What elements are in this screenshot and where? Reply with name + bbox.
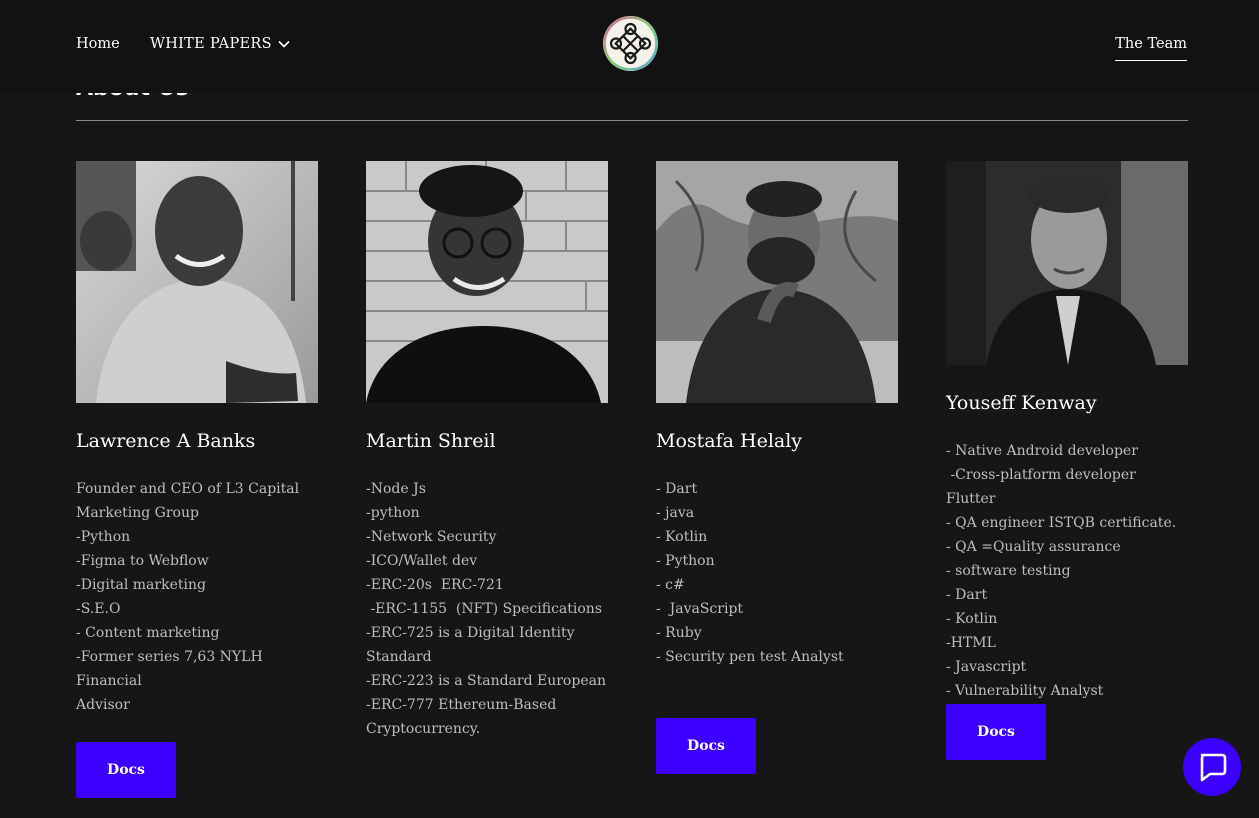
celtic-knot-logo[interactable] [603, 16, 658, 71]
docs-button-mostafa[interactable]: Docs [656, 718, 756, 774]
skill-item: - QA engineer ISTQB certificate. [946, 515, 1177, 531]
skill-item: - c# [656, 577, 685, 593]
skill-item: - Kotlin [656, 529, 708, 545]
skill-item: -Cross-platform developer Flutter [946, 467, 1141, 507]
skill-item: -Digital marketing [76, 577, 206, 593]
skill-item: -Former series 7,63 NYLH Financial [76, 649, 268, 689]
lawrence-photo [76, 161, 318, 403]
member-name: Youseff Kenway [946, 392, 1097, 414]
skill-item: - Native Android developer [946, 443, 1138, 459]
team-card-lawrence: Lawrence A Banks Founder and CEO of L3 C… [76, 161, 319, 717]
skill-item: - Ruby [656, 625, 702, 641]
skill-item: - java [656, 505, 695, 521]
top-navbar: Home WHITE PAPERS The Team [0, 0, 1259, 93]
nav-white-papers-label: WHITE PAPERS [150, 36, 272, 52]
skill-item: -ICO/Wallet dev [366, 553, 478, 569]
skill-item: -Node Js [366, 481, 426, 497]
skill-item: -Figma to Webflow [76, 553, 209, 569]
section-divider [76, 120, 1188, 121]
martin-photo [366, 161, 608, 403]
skill-item: -S.E.O [76, 601, 121, 617]
member-name: Mostafa Helaly [656, 430, 803, 452]
skill-item: - QA =Quality assurance [946, 539, 1121, 555]
skill-item: - software testing [946, 563, 1071, 579]
team-card-martin: Martin Shreil -Node Js -python -Network … [366, 161, 609, 741]
skill-item: Cryptocurrency. [366, 721, 481, 737]
skill-item: -ERC-777 Ethereum-Based [366, 697, 557, 713]
nav-white-papers-dropdown[interactable]: WHITE PAPERS [150, 34, 290, 54]
skill-item: -ERC-223 is a Standard European [366, 673, 606, 689]
skill-item: -ERC-20s ERC-721 [366, 577, 504, 593]
skill-item: Advisor [76, 697, 130, 713]
skills-list: - Native Android developer -Cross-platfo… [946, 439, 1189, 703]
skill-item: -Python [76, 529, 131, 545]
team-card-mostafa: Mostafa Helaly - Dart - java - Kotlin - … [656, 161, 899, 669]
skill-item: Marketing Group [76, 505, 199, 521]
skill-item: - Security pen test Analyst [656, 649, 844, 665]
member-name: Martin Shreil [366, 430, 496, 452]
skill-item: - JavaScript [656, 601, 744, 617]
skill-item: Founder and CEO of L3 Capital [76, 481, 300, 497]
chevron-down-icon [278, 40, 290, 48]
member-name: Lawrence A Banks [76, 430, 256, 452]
skill-item: Standard [366, 649, 432, 665]
skill-item: - Javascript [946, 659, 1027, 675]
skill-item: - Content marketing [76, 625, 220, 641]
mostafa-photo [656, 161, 898, 403]
skill-item: - Dart [946, 587, 988, 603]
skill-item: - Python [656, 553, 715, 569]
docs-button-lawrence[interactable]: Docs [76, 742, 176, 798]
skills-list: Founder and CEO of L3 Capital Marketing … [76, 477, 319, 717]
skill-item: -ERC-725 is a Digital Identity [366, 625, 575, 641]
skill-item: - Dart [656, 481, 698, 497]
skills-list: - Dart - java - Kotlin - Python - c# - J… [656, 477, 899, 669]
skill-item: - Kotlin [946, 611, 998, 627]
chat-bubble-icon [1200, 753, 1227, 782]
docs-button-youseff[interactable]: Docs [946, 704, 1046, 760]
skills-list: -Node Js -python -Network Security -ICO/… [366, 477, 609, 741]
skill-item: -Network Security [366, 529, 497, 545]
skill-item: - Vulnerability Analyst [946, 683, 1104, 699]
nav-the-team-link[interactable]: The Team [1115, 34, 1187, 61]
chat-button[interactable] [1183, 738, 1241, 796]
nav-home-link[interactable]: Home [76, 34, 120, 54]
skill-item: -python [366, 505, 420, 521]
team-card-youseff: Youseff Kenway - Native Android develope… [946, 161, 1189, 703]
youseff-photo [946, 161, 1188, 365]
skill-item: -HTML [946, 635, 996, 651]
skill-item: -ERC-1155 (NFT) Specifications [366, 601, 603, 617]
